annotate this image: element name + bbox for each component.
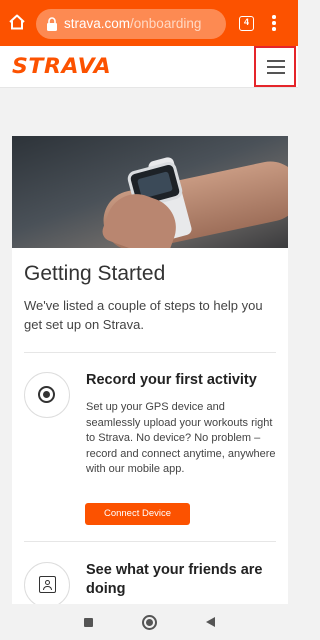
system-navigation-bar — [0, 604, 298, 640]
browser-toolbar: strava.com/onboarding 4 — [0, 0, 298, 46]
step-title-friends: See what your friends are doing — [86, 562, 263, 597]
main-content: Getting Started We've listed a couple of… — [0, 88, 298, 616]
step-title-record: Record your first activity — [86, 372, 257, 388]
divider — [24, 352, 276, 353]
getting-started-card: Getting Started We've listed a couple of… — [12, 136, 288, 616]
divider — [24, 541, 276, 542]
address-bar[interactable]: strava.com/onboarding — [36, 9, 226, 39]
site-header: STRAVA — [0, 46, 298, 88]
recents-square-icon[interactable] — [84, 618, 93, 627]
home-icon[interactable] — [8, 13, 26, 31]
back-triangle-icon[interactable] — [206, 617, 215, 627]
profile-contact-icon — [24, 562, 70, 608]
url-path: /onboarding — [130, 16, 202, 31]
url-domain: strava.com — [64, 16, 131, 31]
strava-logo[interactable]: STRAVA — [12, 54, 111, 78]
lock-icon — [47, 17, 57, 31]
connect-device-button[interactable]: Connect Device — [85, 503, 190, 525]
card-intro: We've listed a couple of steps to help y… — [24, 298, 263, 332]
url-text: strava.com/onboarding — [64, 16, 201, 31]
hamburger-menu-icon — [267, 60, 285, 62]
step-description-record: Set up your GPS device and seamlessly up… — [86, 401, 276, 476]
hamburger-menu-button[interactable] — [254, 46, 296, 87]
hero-image — [12, 136, 288, 248]
card-title: Getting Started — [24, 262, 166, 285]
record-icon — [24, 372, 70, 418]
overflow-menu-icon[interactable] — [272, 15, 276, 31]
home-circle-icon[interactable] — [142, 615, 157, 630]
tab-switcher-icon[interactable]: 4 — [239, 16, 254, 31]
